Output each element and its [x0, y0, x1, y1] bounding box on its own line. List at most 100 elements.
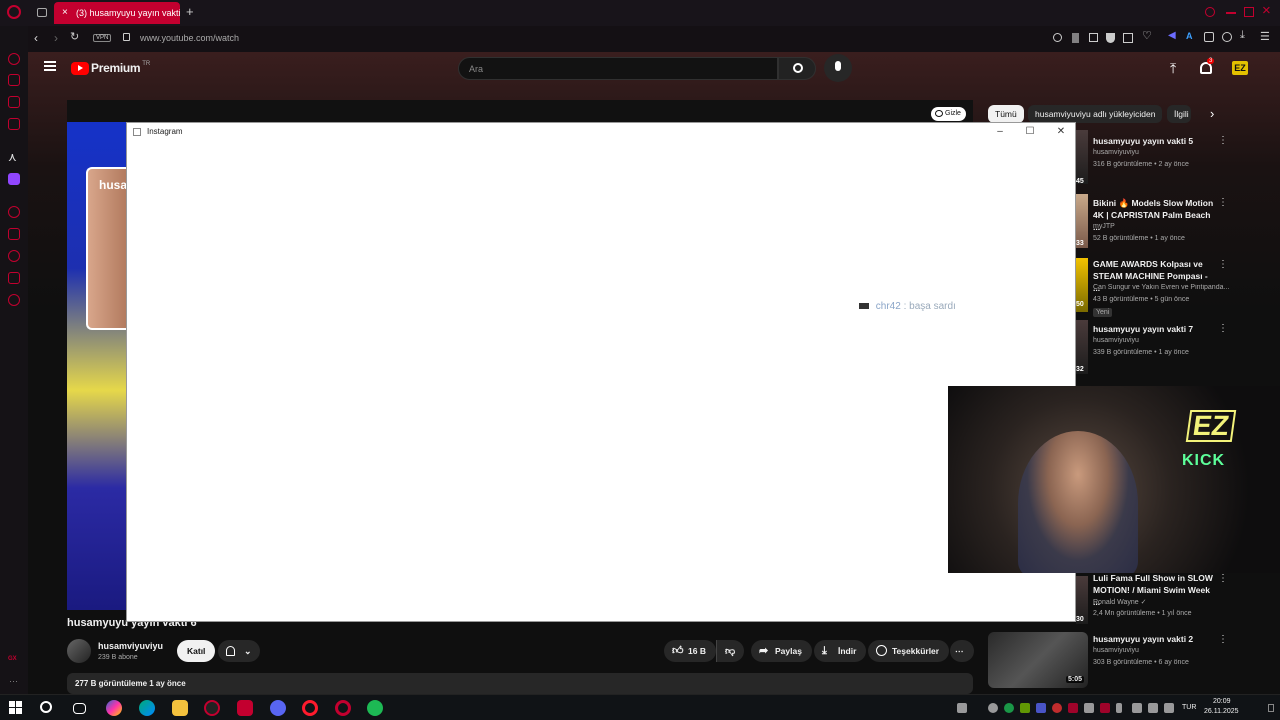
tray-news-icon[interactable]	[957, 703, 967, 713]
tray-volume-icon[interactable]	[1164, 703, 1174, 713]
avatar[interactable]: EZ	[1232, 61, 1248, 75]
opera-icon[interactable]	[302, 700, 318, 716]
rec-more-icon[interactable]: ⋮	[1218, 135, 1228, 146]
tab-active[interactable]: × (3) husamyuyu yayın vakti	[54, 2, 180, 24]
download-button[interactable]: ⤓ İndir	[814, 640, 867, 662]
reload-icon[interactable]: ↻	[70, 30, 79, 43]
copilot-icon[interactable]	[106, 700, 122, 716]
rec-channel[interactable]: myJTP	[1093, 223, 1115, 230]
chip-all[interactable]: Tümü	[988, 105, 1024, 123]
description-box[interactable]: 277 B görüntüleme 1 ay önce	[67, 673, 973, 694]
rec-thumbnail[interactable]	[1076, 130, 1088, 184]
chip-uploader[interactable]: husamviyuviyu adlı yükleyiciden	[1028, 105, 1163, 123]
chips-next-icon[interactable]: ›	[1210, 106, 1214, 121]
popup-titlebar[interactable]: Instagram – ☐ ✕	[127, 123, 1075, 141]
rec-title[interactable]: husamyuyu yayın vakti 2	[1093, 633, 1215, 645]
youtube-logo[interactable]: Premium TR	[71, 61, 150, 75]
opera-gx-icon[interactable]	[204, 700, 220, 716]
settings-menu-icon[interactable]: ☰	[1260, 30, 1270, 43]
tray-nvidia-icon[interactable]	[1020, 703, 1030, 713]
snapshot-icon[interactable]	[1089, 33, 1098, 42]
channel-avatar[interactable]	[67, 639, 91, 663]
sidebar-settings-icon[interactable]	[8, 294, 20, 306]
hide-button[interactable]: Gizle	[931, 107, 966, 121]
clock-time[interactable]: 20:09	[1213, 698, 1231, 705]
tray-gx-icon[interactable]	[1100, 703, 1110, 713]
zoom-icon[interactable]	[1053, 33, 1062, 42]
back-icon[interactable]: ‹	[34, 31, 38, 45]
rec-channel[interactable]: husamviyuviyu	[1093, 149, 1139, 156]
tray-opera-icon[interactable]	[1068, 703, 1078, 713]
menu-icon[interactable]	[44, 61, 56, 71]
popup-maximize-button[interactable]: ☐	[1023, 125, 1037, 139]
tray-display-icon[interactable]	[1132, 703, 1142, 713]
notification-center-icon[interactable]	[1268, 704, 1274, 712]
lock-icon[interactable]	[123, 33, 130, 41]
tab-search-icon[interactable]	[1205, 7, 1215, 17]
maximize-window-button[interactable]	[1244, 7, 1254, 17]
rec-more-icon[interactable]: ⋮	[1218, 634, 1228, 645]
like-button[interactable]: 👍︎ 16 B	[664, 640, 716, 662]
explorer-icon[interactable]	[172, 700, 188, 716]
wallet-icon[interactable]	[1123, 33, 1133, 43]
voice-search-button[interactable]	[824, 54, 852, 82]
dislike-button[interactable]: 👎︎	[716, 640, 744, 662]
volume-icon[interactable]: ◀	[1168, 30, 1176, 41]
chip-related[interactable]: İlgili	[1167, 105, 1191, 123]
sidebar-gx-badge[interactable]: GX	[8, 656, 17, 662]
url-field[interactable]: www.youtube.com/watch	[140, 33, 239, 43]
rec-channel[interactable]: Ronald Wayne ✓	[1093, 598, 1146, 606]
rec-title[interactable]: husamyuyu yayın vakti 7	[1093, 323, 1215, 335]
new-tab-button[interactable]: +	[186, 4, 194, 19]
sidebar-twitch-icon[interactable]	[8, 173, 20, 185]
sidebar-wallet-icon[interactable]	[8, 96, 20, 108]
more-actions-button[interactable]: ⋯	[950, 640, 974, 662]
opera-logo-icon[interactable]	[7, 5, 21, 19]
discord-icon[interactable]	[270, 700, 286, 716]
search-input[interactable]: Ara	[458, 57, 778, 80]
heart-icon[interactable]: ♡	[1142, 29, 1152, 42]
tab-island-icon[interactable]	[37, 8, 47, 17]
voicemod-icon[interactable]	[237, 700, 253, 716]
upload-icon[interactable]: ⤒	[1170, 60, 1176, 77]
pin-icon[interactable]	[1072, 33, 1079, 43]
rec-channel[interactable]: husamviyuviyu	[1093, 647, 1139, 654]
download-icon[interactable]: ⤓	[1240, 29, 1245, 42]
clock-date[interactable]: 26.11.2025	[1204, 708, 1239, 715]
tray-network-icon[interactable]	[1148, 703, 1158, 713]
extensions-icon[interactable]	[1204, 32, 1214, 42]
sidebar-player-icon[interactable]	[8, 206, 20, 218]
opera-gx-alt-icon[interactable]	[335, 700, 351, 716]
sidebar-flow-icon[interactable]	[8, 74, 20, 86]
sidebar-clock-icon[interactable]	[8, 250, 20, 262]
rec-more-icon[interactable]: ⋮	[1218, 573, 1228, 584]
sidebar-pin-icon[interactable]	[8, 228, 20, 240]
search-button[interactable]	[778, 57, 816, 80]
share-icon[interactable]	[1222, 32, 1232, 42]
minimize-window-button[interactable]	[1226, 12, 1236, 14]
instagram-popup-window[interactable]: Instagram – ☐ ✕ chr42 : başa sardı	[126, 122, 1076, 622]
start-icon[interactable]	[9, 701, 22, 714]
sidebar-history-icon[interactable]	[8, 53, 20, 65]
search-icon[interactable]	[40, 701, 52, 713]
tray-obs-icon[interactable]	[988, 703, 998, 713]
language-indicator[interactable]: TUR	[1182, 704, 1196, 711]
join-button[interactable]: Katıl	[177, 640, 216, 662]
edge-icon[interactable]	[139, 700, 155, 716]
translate-icon[interactable]: A	[1186, 31, 1193, 41]
tray-spotify-icon[interactable]	[1004, 703, 1014, 713]
rec-more-icon[interactable]: ⋮	[1218, 197, 1228, 208]
tray-discord-icon[interactable]	[1036, 703, 1046, 713]
tab-close-icon[interactable]: ×	[62, 2, 68, 24]
forward-icon[interactable]: ›	[54, 31, 58, 45]
task-view-icon[interactable]	[73, 703, 86, 714]
spotify-icon[interactable]	[367, 700, 383, 716]
thanks-button[interactable]: Teşekkürler	[868, 640, 950, 662]
rec-channel[interactable]: husamviyuviyu	[1093, 337, 1139, 344]
sidebar-send-icon[interactable]	[8, 272, 20, 284]
share-button[interactable]: ➦ Paylaş	[751, 640, 812, 662]
channel-name[interactable]: husamviyuviyu	[98, 641, 163, 651]
tray-mic-icon[interactable]	[1116, 703, 1122, 713]
adblock-icon[interactable]	[1106, 33, 1115, 43]
rec-title[interactable]: husamyuyu yayın vakti 5	[1093, 135, 1215, 147]
